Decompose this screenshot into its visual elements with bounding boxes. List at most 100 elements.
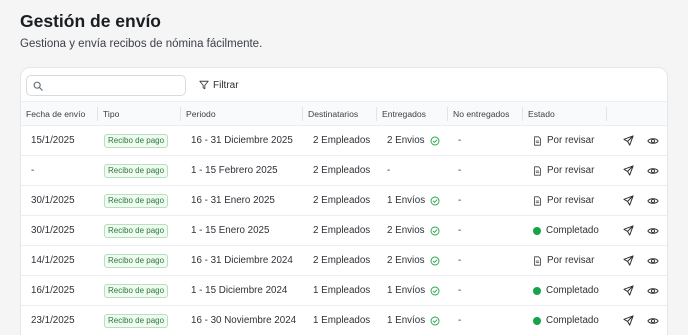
send-icon[interactable] [623, 315, 634, 326]
eye-icon[interactable] [647, 136, 659, 146]
document-icon [533, 255, 542, 266]
cell-entregados: 2 Envios [377, 215, 448, 246]
column-header-acciones [607, 101, 667, 126]
status-label: Por revisar [547, 255, 595, 266]
search-icon [33, 81, 43, 91]
entregados-value: 1 Envíos [387, 195, 426, 206]
cell-periodo: 16 - 30 Noviembre 2024 [181, 305, 303, 335]
status-dot-icon [533, 226, 541, 235]
eye-icon[interactable] [647, 196, 659, 206]
send-icon[interactable] [623, 165, 634, 176]
eye-icon[interactable] [647, 286, 659, 296]
cell-acciones [607, 305, 667, 335]
cell-periodo: 1 - 15 Febrero 2025 [181, 155, 303, 186]
cell-tipo: Recibo de pago [98, 245, 181, 276]
cell-periodo: 16 - 31 Diciembre 2025 [181, 125, 303, 156]
table-row[interactable]: 15/1/2025 Recibo de pago 16 - 31 Diciembre… [21, 125, 667, 156]
cell-destinatarios: 1 Empleados [303, 305, 377, 335]
cell-tipo: Recibo de pago [98, 215, 181, 246]
status-dot-icon [533, 286, 541, 295]
column-header-entregados[interactable]: Entregados [377, 101, 448, 126]
send-icon[interactable] [623, 285, 634, 296]
entregados-value: 1 Envíos [387, 285, 426, 296]
cell-no-entregados: - [448, 305, 523, 335]
shipments-card: Filtrar Fecha de envío Tipo Periodo Dest… [20, 67, 668, 335]
search-box[interactable] [26, 75, 186, 96]
cell-acciones [607, 155, 667, 186]
cell-tipo: Recibo de pago [98, 155, 181, 186]
eye-icon[interactable] [647, 256, 659, 266]
entregados-value: 1 Envíos [387, 315, 426, 326]
cell-tipo: Recibo de pago [98, 275, 181, 306]
cell-estado: Por revisar [523, 245, 607, 276]
search-input[interactable] [47, 78, 181, 93]
table-header: Fecha de envío Tipo Periodo Destinatario… [21, 101, 667, 126]
cell-fecha: 14/1/2025 [21, 245, 98, 276]
cell-periodo: 16 - 31 Enero 2025 [181, 185, 303, 216]
type-badge: Recibo de pago [104, 313, 169, 328]
cell-fecha: 15/1/2025 [21, 125, 98, 156]
send-icon[interactable] [623, 135, 634, 146]
column-header-tipo[interactable]: Tipo [98, 101, 181, 126]
cell-entregados: - [377, 155, 448, 186]
toolbar: Filtrar [21, 68, 667, 100]
document-icon [533, 135, 542, 146]
status-label: Por revisar [547, 195, 595, 206]
document-icon [533, 165, 542, 176]
cell-acciones [607, 275, 667, 306]
cell-entregados: 2 Envios [377, 245, 448, 276]
type-badge: Recibo de pago [104, 223, 169, 238]
type-badge: Recibo de pago [104, 193, 169, 208]
entregados-value: 2 Envios [387, 255, 425, 266]
check-circle-icon [430, 316, 440, 326]
cell-destinatarios: 2 Empleados [303, 245, 377, 276]
cell-no-entregados: - [448, 185, 523, 216]
cell-tipo: Recibo de pago [98, 125, 181, 156]
filter-button[interactable]: Filtrar [199, 76, 239, 94]
cell-no-entregados: - [448, 215, 523, 246]
cell-estado: Por revisar [523, 155, 607, 186]
cell-tipo: Recibo de pago [98, 305, 181, 335]
cell-no-entregados: - [448, 275, 523, 306]
send-icon[interactable] [623, 225, 634, 236]
document-icon [533, 195, 542, 206]
column-header-periodo[interactable]: Periodo [181, 101, 303, 126]
table-row[interactable]: 14/1/2025 Recibo de pago 16 - 31 Diciembre… [21, 245, 667, 276]
filter-icon [199, 80, 209, 90]
send-icon[interactable] [623, 195, 634, 206]
status-label: Por revisar [547, 165, 595, 176]
filter-label: Filtrar [213, 79, 239, 91]
cell-destinatarios: 2 Empleados [303, 155, 377, 186]
cell-estado: Por revisar [523, 185, 607, 216]
eye-icon[interactable] [647, 226, 659, 236]
column-header-estado[interactable]: Estado [523, 101, 607, 126]
send-icon[interactable] [623, 255, 634, 266]
table-row[interactable]: 23/1/2025 Recibo de pago 16 - 30 Noviembre… [21, 305, 667, 335]
status-dot-icon [533, 316, 541, 325]
column-header-no-entregados[interactable]: No entregados [448, 101, 523, 126]
cell-periodo: 1 - 15 Enero 2025 [181, 215, 303, 246]
table-row[interactable]: 16/1/2025 Recibo de pago 1 - 15 Diciembre … [21, 275, 667, 306]
entregados-value: - [387, 165, 391, 176]
entregados-value: 2 Envios [387, 135, 425, 146]
cell-entregados: 1 Envíos [377, 305, 448, 335]
table-row[interactable]: 30/1/2025 Recibo de pago 1 - 15 Enero 2025… [21, 215, 667, 246]
table-row[interactable]: - Recibo de pago 1 - 15 Febrero 2025 2 Empl… [21, 155, 667, 186]
cell-no-entregados: - [448, 155, 523, 186]
eye-icon[interactable] [647, 166, 659, 176]
cell-fecha: 30/1/2025 [21, 185, 98, 216]
cell-destinatarios: 2 Empleados [303, 185, 377, 216]
check-circle-icon [430, 256, 440, 266]
column-header-destinatarios[interactable]: Destinatarios [303, 101, 377, 126]
check-circle-icon [430, 136, 440, 146]
cell-estado: Completado [523, 305, 607, 335]
cell-periodo: 1 - 15 Diciembre 2024 [181, 275, 303, 306]
page-title: Gestión de envío [20, 11, 161, 31]
cell-estado: Completado [523, 275, 607, 306]
status-label: Por revisar [547, 135, 595, 146]
table-row[interactable]: 30/1/2025 Recibo de pago 16 - 31 Enero 202… [21, 185, 667, 216]
column-header-fecha[interactable]: Fecha de envío [21, 101, 98, 126]
eye-icon[interactable] [647, 316, 659, 326]
check-circle-icon [430, 286, 440, 296]
type-badge: Recibo de pago [104, 253, 169, 268]
